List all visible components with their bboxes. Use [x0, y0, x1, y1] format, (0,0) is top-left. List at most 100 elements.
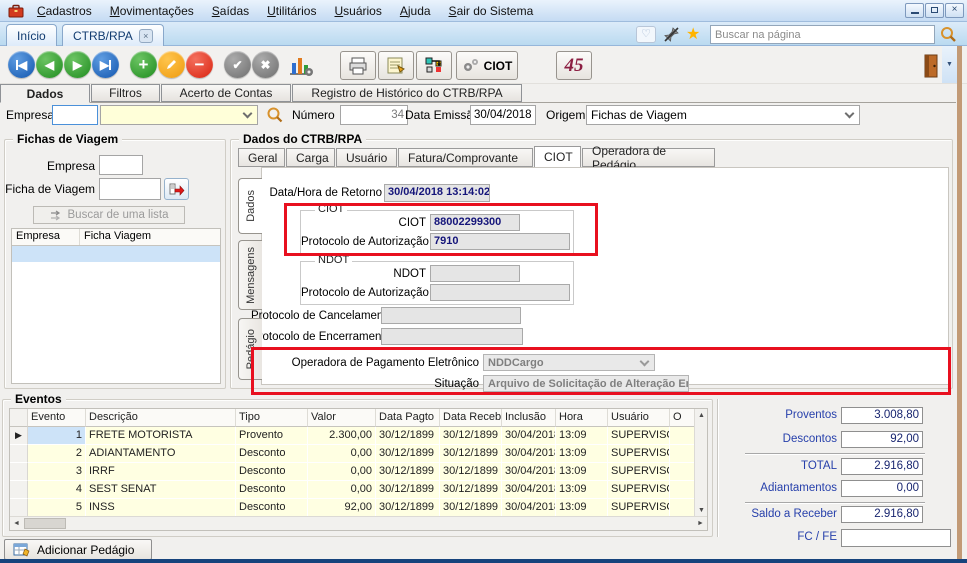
eventos-grid: EventoDescriçãoTipoValorData PagtoData R… — [9, 408, 708, 531]
tab-inicio[interactable]: Início — [6, 24, 57, 46]
fichas-empresa-input[interactable] — [99, 155, 143, 175]
carregar-ficha-button[interactable] — [164, 178, 189, 200]
tab-ciot[interactable]: CIOT — [534, 146, 581, 167]
toolbar-options-strip[interactable]: ▼ — [942, 46, 957, 83]
next-record-button[interactable]: ▶ — [64, 51, 91, 78]
eventos-cell: 5 — [28, 499, 86, 517]
eventos-row[interactable]: 4SEST SENATDesconto0,0030/12/189930/12/1… — [10, 481, 707, 499]
fichas-selected-row[interactable] — [12, 246, 220, 262]
menu-cadastros[interactable]: Cadastros — [28, 1, 101, 21]
eventos-col-header[interactable]: Inclusão — [502, 409, 556, 427]
print-button[interactable] — [340, 51, 376, 80]
tab-registro-historico[interactable]: Registro de Histórico do CTRB/RPA — [292, 84, 522, 102]
side-tab-pedagio[interactable]: Pedágio — [238, 318, 262, 380]
situacao-select[interactable]: Arquivo de Solicitação de Alteração Envi… — [483, 375, 689, 392]
empresa-combo[interactable] — [100, 105, 258, 125]
eventos-cell: 30/12/1899 — [440, 463, 502, 481]
operadora-select[interactable]: NDDCargo — [483, 354, 655, 371]
eventos-col-header[interactable]: O — [670, 409, 696, 427]
close-button[interactable]: × — [945, 3, 964, 18]
ctrb-panel-title: Dados do CTRB/RPA — [239, 132, 366, 146]
previous-record-button[interactable]: ◀ — [36, 51, 63, 78]
tab-dados[interactable]: Dados — [0, 84, 90, 103]
restore-button[interactable] — [925, 3, 944, 18]
favorite-heart-button[interactable]: ♡ — [636, 26, 656, 43]
eventos-cell — [670, 481, 696, 499]
chart-button[interactable] — [288, 53, 314, 77]
first-record-button[interactable]: ◀ — [8, 51, 35, 78]
buscar-de-uma-lista-button[interactable]: Buscar de uma lista — [33, 206, 185, 224]
origem-value: Fichas de Viagem — [591, 108, 687, 122]
hscroll-thumb[interactable] — [24, 518, 66, 529]
fichas-grid[interactable]: Empresa Ficha Viagem — [11, 228, 221, 384]
menu-sair[interactable]: Sair do Sistema — [440, 1, 543, 21]
eventos-row[interactable]: 5INSSDesconto92,0030/12/189930/12/189930… — [10, 499, 707, 517]
adiantamentos-value: 0,00 — [841, 480, 923, 497]
summary-separator — [745, 502, 925, 504]
eventos-cell — [670, 499, 696, 517]
exit-door-button[interactable] — [922, 54, 940, 78]
tab-carga[interactable]: Carga — [286, 148, 335, 167]
add-button[interactable]: + — [130, 51, 157, 78]
tab-operadora-pedagio[interactable]: Operadora de Pedágio — [582, 148, 715, 167]
menu-saidas[interactable]: Saídas — [203, 1, 258, 21]
tab-geral[interactable]: Geral — [238, 148, 285, 167]
side-tab-dados[interactable]: Dados — [238, 178, 262, 234]
eventos-col-header[interactable]: Data Receb. — [440, 409, 502, 427]
last-record-button[interactable]: ▶ — [92, 51, 119, 78]
tab-ctrb-rpa[interactable]: CTRB/RPA × — [62, 24, 164, 46]
close-tab-icon[interactable]: × — [139, 29, 153, 43]
side-tab-mensagens[interactable]: Mensagens — [238, 240, 262, 310]
find-on-page-input[interactable] — [710, 25, 935, 44]
eventos-col-header[interactable]: Usuário — [608, 409, 670, 427]
menu-ajuda[interactable]: Ajuda — [391, 1, 440, 21]
saldo-a-receber-label: Saldo a Receber — [717, 508, 837, 520]
delete-button[interactable]: − — [186, 51, 213, 78]
origem-select[interactable]: Fichas de Viagem — [586, 105, 860, 125]
tab-usuario[interactable]: Usuário — [336, 148, 397, 167]
eventos-row[interactable]: 3IRRFDesconto0,0030/12/189930/12/189930/… — [10, 463, 707, 481]
report-button[interactable] — [378, 51, 414, 80]
tab-filtros[interactable]: Filtros — [91, 84, 160, 102]
logo-button[interactable]: 45 — [556, 51, 592, 80]
total-label: TOTAL — [717, 460, 837, 472]
eventos-hscrollbar[interactable]: ◄ ► — [10, 516, 707, 530]
eventos-col-header[interactable]: Hora — [556, 409, 608, 427]
confirm-button[interactable]: ✔ — [224, 51, 251, 78]
empresa-search-icon[interactable] — [266, 106, 284, 124]
empresa-code-input[interactable] — [52, 105, 98, 125]
menu-utilitarios[interactable]: Utilitários — [258, 1, 325, 21]
data-emissao-input[interactable] — [470, 105, 536, 125]
scroll-right-icon[interactable]: ► — [694, 517, 707, 530]
numero-input[interactable] — [340, 105, 408, 125]
tab-fatura-comprovante[interactable]: Fatura/Comprovante — [398, 148, 533, 167]
edit-button[interactable] — [158, 51, 185, 78]
eventos-cell: INSS — [86, 499, 236, 517]
pin-disabled-icon[interactable] — [662, 25, 681, 44]
eventos-col-header[interactable]: Tipo — [236, 409, 308, 427]
ciot-button[interactable]: CIOT — [456, 51, 518, 80]
minimize-button[interactable] — [905, 3, 924, 18]
eventos-row[interactable]: ▶1FRETE MOTORISTAProvento2.300,0030/12/1… — [10, 427, 707, 445]
eventos-vscrollbar[interactable]: ▲ ▼ — [694, 409, 707, 517]
search-icon[interactable] — [939, 25, 958, 44]
tab-inicio-label: Início — [17, 29, 46, 43]
menu-movimentacoes[interactable]: Movimentações — [101, 1, 203, 21]
transfer-button[interactable] — [416, 51, 452, 80]
ficha-de-viagem-input[interactable] — [99, 178, 161, 200]
cancel-button[interactable]: ✖ — [252, 51, 279, 78]
eventos-row[interactable]: 2ADIANTAMENTODesconto0,0030/12/189930/12… — [10, 445, 707, 463]
star-icon[interactable]: ★ — [686, 24, 700, 44]
operadora-value: NDDCargo — [488, 357, 544, 369]
scroll-left-icon[interactable]: ◄ — [10, 517, 23, 530]
tab-acerto-de-contas[interactable]: Acerto de Contas — [161, 84, 291, 102]
eventos-col-header[interactable]: Valor — [308, 409, 376, 427]
eventos-col-header[interactable]: Descrição — [86, 409, 236, 427]
scroll-up-icon[interactable]: ▲ — [695, 409, 708, 422]
eventos-col-header[interactable]: Data Pagto — [376, 409, 440, 427]
adicionar-pedagio-button[interactable]: Adicionar Pedágio — [4, 539, 152, 560]
side-tab-pedagio-label: Pedágio — [245, 329, 257, 369]
eventos-col-header[interactable]: Evento — [28, 409, 86, 427]
eventos-cell: 30/12/1899 — [440, 499, 502, 517]
menu-usuarios[interactable]: Usuários — [325, 1, 390, 21]
